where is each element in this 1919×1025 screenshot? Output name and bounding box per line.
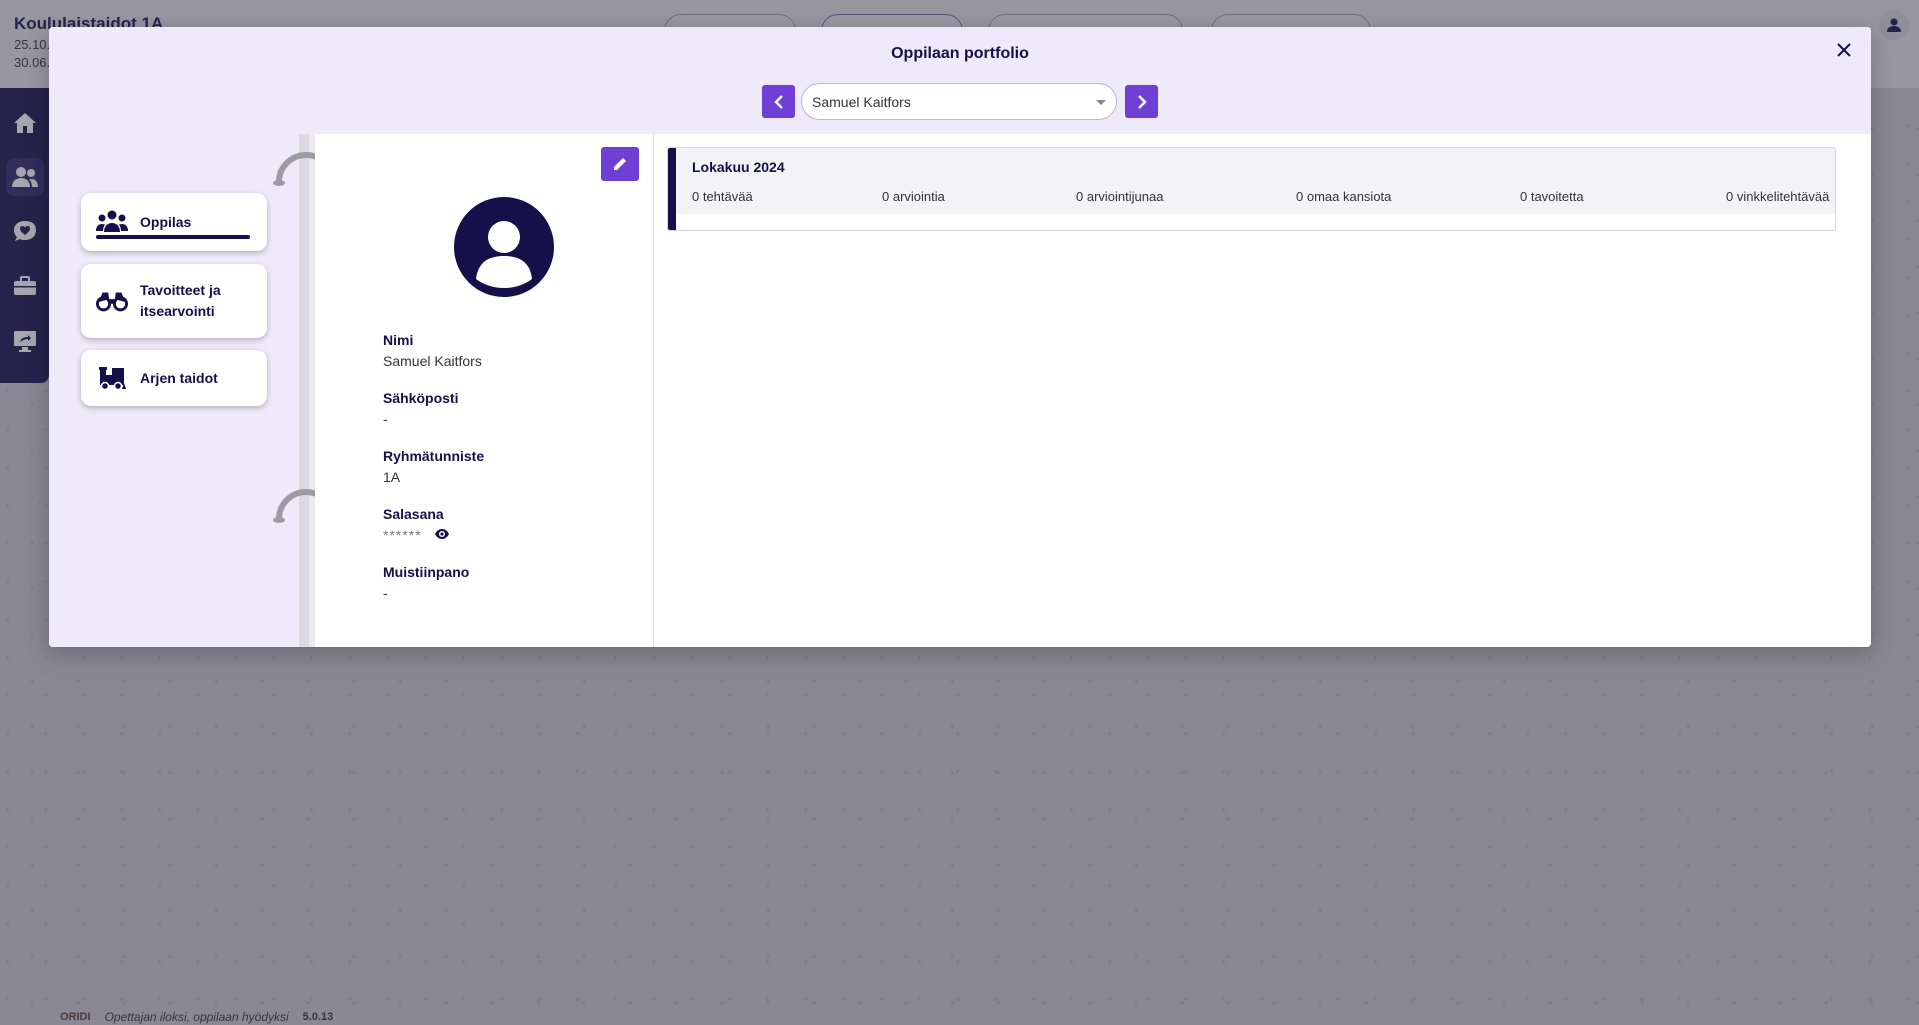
email-value: - (383, 411, 388, 427)
nav-item-label: Oppilas (140, 213, 192, 230)
group-value: 1A (383, 469, 401, 485)
note-label: Muistiinpano (383, 564, 470, 580)
modal-title: Oppilaan portfolio (891, 45, 1029, 62)
group-label: Ryhmätunniste (383, 448, 485, 464)
nav-item-oppilas[interactable]: Oppilas (81, 193, 267, 251)
next-student-button[interactable] (1125, 85, 1158, 118)
stat-tasks: 0 tehtävää (692, 189, 753, 204)
edit-profile-button[interactable] (601, 147, 639, 181)
portfolio-nav: Oppilas Tavoitteet ja itsearvointi Arjen… (49, 134, 299, 647)
nav-item-label: Arjen taidot (140, 369, 218, 386)
name-label: Nimi (383, 332, 414, 348)
password-label: Salasana (383, 506, 444, 522)
close-icon (1837, 43, 1851, 57)
nav-item-tavoitteet[interactable]: Tavoitteet ja itsearvointi (81, 264, 267, 338)
month-summary-body: Lokakuu 2024 0 tehtävää 0 arviointia 0 a… (676, 148, 1835, 214)
stat-own-folders: 0 omaa kansiota (1296, 189, 1392, 204)
month-title: Lokakuu 2024 (692, 159, 785, 175)
modal-header: Oppilaan portfolio Samuel Kaitfors (49, 27, 1871, 134)
portfolio-modal: Oppilaan portfolio Samuel Kaitfors Oppil… (49, 27, 1871, 647)
users-icon (96, 209, 128, 235)
chevron-right-icon (1137, 94, 1147, 109)
binder-spine (299, 134, 309, 647)
stat-assessment-trains: 0 arviointijunaa (1076, 189, 1164, 204)
avatar (454, 197, 554, 297)
student-select[interactable]: Samuel Kaitfors (801, 83, 1117, 120)
binoculars-icon (96, 288, 128, 314)
active-indicator (96, 235, 250, 239)
stat-tip-tasks: 0 vinkkelitehtävää (1726, 189, 1830, 204)
eye-icon[interactable] (434, 528, 450, 540)
chevron-left-icon (773, 94, 783, 109)
email-label: Sähköposti (383, 390, 459, 406)
nav-item-arjen-taidot[interactable]: Arjen taidot (81, 350, 267, 406)
password-value: ****** (383, 527, 422, 543)
month-summary-card[interactable]: Lokakuu 2024 0 tehtävää 0 arviointia 0 a… (667, 147, 1836, 231)
stat-goals: 0 tavoitetta (1520, 189, 1584, 204)
note-value: - (383, 585, 388, 601)
month-accent-bar (668, 148, 676, 230)
nav-item-label: Tavoitteet ja itsearvointi (140, 282, 221, 319)
close-button[interactable] (1831, 37, 1857, 63)
pencil-icon (614, 158, 626, 170)
previous-student-button[interactable] (762, 85, 795, 118)
train-icon (96, 365, 128, 391)
name-value: Samuel Kaitfors (383, 353, 482, 369)
student-select-value: Samuel Kaitfors (812, 93, 911, 110)
caret-down-icon (1096, 100, 1106, 105)
stat-assessments: 0 arviointia (882, 189, 945, 204)
